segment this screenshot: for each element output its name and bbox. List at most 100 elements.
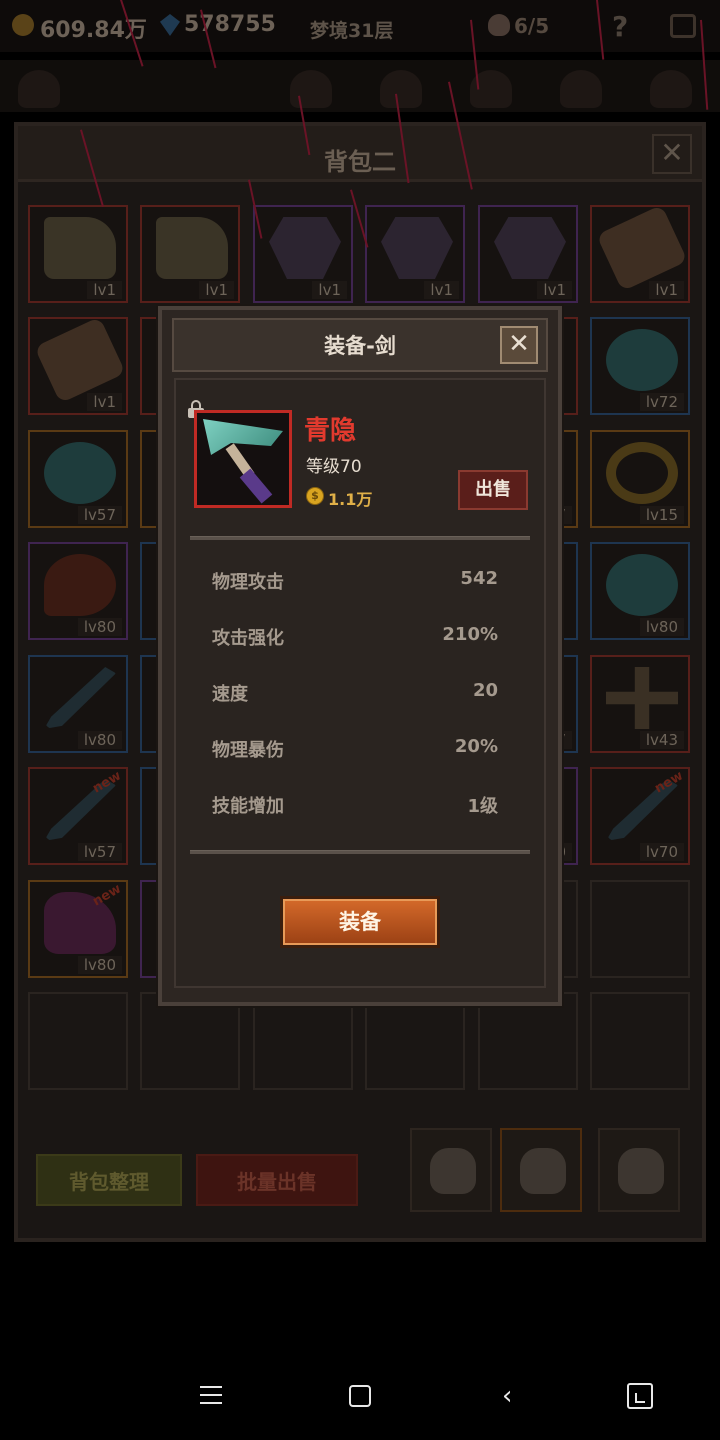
sack-icon bbox=[520, 1148, 566, 1194]
hero-portrait[interactable] bbox=[560, 70, 602, 108]
inventory-slot[interactable]: lv1 bbox=[28, 316, 128, 415]
stat-value: 210% bbox=[442, 624, 498, 645]
inventory-slot[interactable]: lv72 bbox=[590, 317, 690, 415]
slot-level: lv70 bbox=[639, 843, 684, 861]
slot-level: lv1 bbox=[87, 281, 122, 299]
stat-label: 技能增加 bbox=[212, 796, 284, 817]
stat-label: 攻击强化 bbox=[212, 628, 284, 649]
inventory-slot[interactable]: lv43 bbox=[590, 655, 690, 753]
armor-item-icon bbox=[269, 217, 341, 279]
gem-icon bbox=[160, 14, 180, 36]
inventory-slot[interactable]: lv80 new bbox=[28, 880, 128, 978]
stat-value: 542 bbox=[460, 568, 498, 589]
orb-item-icon bbox=[606, 329, 678, 391]
bulk-sell-button[interactable]: 批量出售 bbox=[196, 1154, 358, 1206]
slot-level: lv72 bbox=[639, 393, 684, 411]
inventory-slot[interactable] bbox=[478, 992, 578, 1090]
inventory-slot[interactable]: lv1 bbox=[140, 205, 240, 303]
hero-portrait[interactable] bbox=[650, 70, 692, 108]
hero-portrait[interactable] bbox=[380, 70, 422, 108]
slot-level: lv43 bbox=[639, 731, 684, 749]
inventory-slot[interactable] bbox=[253, 992, 353, 1090]
equip-button[interactable]: 装备 bbox=[280, 896, 440, 948]
slot-level: lv15 bbox=[639, 506, 684, 524]
armor-item-icon bbox=[494, 217, 566, 279]
home-icon[interactable] bbox=[349, 1385, 371, 1407]
slot-level: lv80 bbox=[77, 731, 122, 749]
inventory-slot[interactable]: lv57 bbox=[28, 430, 128, 528]
inventory-slot[interactable]: lv1 bbox=[478, 205, 578, 303]
inventory-slot[interactable]: lv1 bbox=[365, 205, 465, 303]
inventory-slot[interactable]: lv80 bbox=[28, 655, 128, 753]
bag-tab-3[interactable] bbox=[598, 1128, 680, 1212]
slot-level: lv80 bbox=[77, 618, 122, 636]
stat-value: 20% bbox=[454, 736, 498, 757]
orb-item-icon bbox=[606, 554, 678, 616]
dialog-close-icon[interactable]: ✕ bbox=[500, 326, 538, 364]
sack-icon bbox=[618, 1148, 664, 1194]
inventory-slot[interactable]: lv57 new bbox=[28, 767, 128, 865]
slot-level: lv80 bbox=[77, 956, 122, 974]
shield-item-icon bbox=[596, 204, 688, 292]
ring-item-icon bbox=[606, 442, 678, 504]
stamina-count: 6/5 bbox=[514, 14, 550, 38]
skull-icon bbox=[488, 14, 510, 36]
divider bbox=[190, 850, 530, 854]
bag-tab-2[interactable] bbox=[500, 1128, 582, 1212]
stat-label: 物理暴伤 bbox=[212, 740, 284, 761]
inventory-slot[interactable] bbox=[590, 992, 690, 1090]
inventory-slot[interactable]: lv80 bbox=[590, 542, 690, 640]
item-price: 1.1万 bbox=[328, 490, 373, 509]
stat-value: 20 bbox=[472, 680, 498, 701]
hero-portrait[interactable] bbox=[290, 70, 332, 108]
sort-bag-button[interactable]: 背包整理 bbox=[36, 1154, 182, 1206]
fullscreen-icon[interactable] bbox=[627, 1383, 653, 1409]
new-badge: new bbox=[90, 881, 124, 910]
inventory-slot[interactable] bbox=[140, 992, 240, 1090]
slot-level: lv1 bbox=[312, 281, 347, 299]
divider bbox=[190, 536, 530, 540]
slot-level: lv1 bbox=[87, 393, 122, 411]
sack-icon bbox=[430, 1148, 476, 1194]
dialog-title: 装备-剑 bbox=[324, 334, 396, 358]
backpack-close-icon[interactable]: ✕ bbox=[652, 134, 692, 174]
inventory-slot[interactable] bbox=[590, 880, 690, 978]
inventory-slot[interactable]: lv1 bbox=[253, 205, 353, 303]
slot-level: lv57 bbox=[77, 843, 122, 861]
stat-value: 1级 bbox=[467, 796, 498, 817]
item-portrait bbox=[194, 410, 292, 508]
inventory-slot[interactable]: lv1 bbox=[28, 205, 128, 303]
bag-tab-1[interactable] bbox=[410, 1128, 492, 1212]
boot-item-icon bbox=[44, 217, 116, 279]
slot-level: lv1 bbox=[199, 281, 234, 299]
menu-icon[interactable] bbox=[200, 1386, 222, 1404]
slot-level: lv1 bbox=[537, 281, 572, 299]
help-icon[interactable]: ? bbox=[612, 10, 628, 43]
sword-item-icon bbox=[44, 667, 116, 729]
backpack-title: 背包二 bbox=[324, 148, 396, 176]
shield-item-icon bbox=[34, 316, 126, 404]
slot-level: lv80 bbox=[639, 618, 684, 636]
inventory-slot[interactable]: lv70 new bbox=[590, 767, 690, 865]
inventory-slot[interactable] bbox=[28, 992, 128, 1090]
inventory-slot[interactable]: lv15 bbox=[590, 430, 690, 528]
hero-strip bbox=[0, 60, 720, 112]
armor-item-icon bbox=[381, 217, 453, 279]
inventory-slot[interactable] bbox=[365, 992, 465, 1090]
back-icon[interactable]: ‹ bbox=[502, 1383, 512, 1409]
inventory-slot[interactable]: lv80 bbox=[28, 542, 128, 640]
cross-item-icon bbox=[606, 667, 678, 729]
sell-button[interactable]: 出售 bbox=[458, 470, 528, 510]
inventory-slot[interactable]: lv1 bbox=[590, 204, 690, 303]
gem-amount: 578755 bbox=[184, 12, 276, 37]
mace-item-icon bbox=[44, 554, 116, 616]
stat-label: 速度 bbox=[212, 684, 248, 705]
hero-portrait[interactable] bbox=[18, 70, 60, 108]
item-name: 青隐 bbox=[304, 416, 357, 446]
orb-item-icon bbox=[44, 442, 116, 504]
slot-level: lv57 bbox=[77, 506, 122, 524]
coin-icon: $ bbox=[306, 487, 324, 505]
menu-icon[interactable] bbox=[670, 14, 696, 38]
sword-grip bbox=[239, 468, 273, 504]
dream-floor: 梦境31层 bbox=[310, 20, 394, 42]
